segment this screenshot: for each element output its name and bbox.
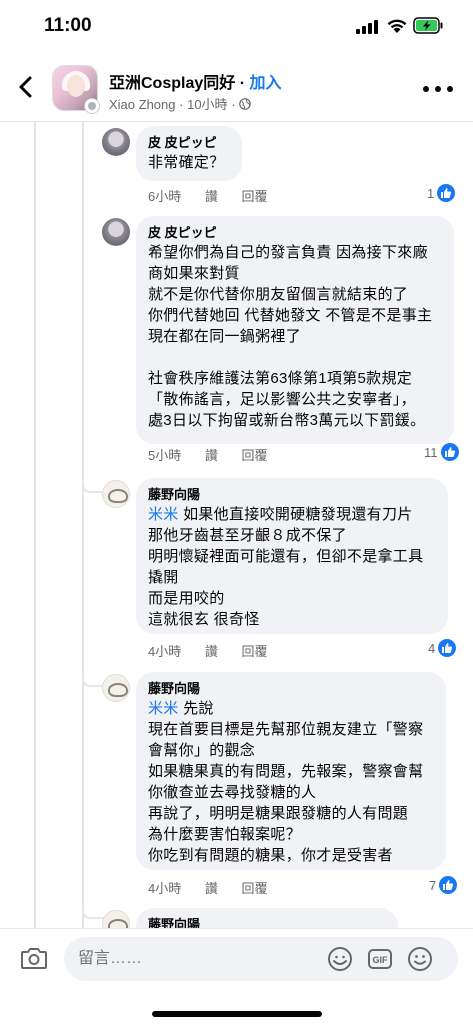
thread-line	[34, 122, 36, 928]
comment-time[interactable]: 4小時	[148, 881, 181, 896]
like-reaction-icon	[439, 876, 458, 894]
comment-actions: 4小時 讚 回覆	[148, 641, 288, 660]
status-bar: 11:00	[0, 0, 473, 56]
comment-line: 這就很玄 很奇怪	[148, 611, 260, 628]
reply-button[interactable]: 回覆	[242, 881, 268, 896]
commenter-avatar[interactable]	[102, 128, 130, 156]
comment-line: 明明懷疑裡面可能還有，但卻不是拿工具	[148, 548, 424, 565]
back-arrow-icon[interactable]	[14, 74, 38, 100]
like-button[interactable]: 讚	[205, 881, 218, 896]
reaction-count[interactable]: 1	[427, 184, 456, 202]
more-icon[interactable]	[420, 84, 456, 94]
comment-text: 非常確定？	[148, 152, 230, 173]
comment-time[interactable]: 4小時	[148, 644, 181, 659]
status-time: 11:00	[44, 15, 92, 36]
separator-dot: ·	[179, 97, 184, 112]
post-time[interactable]: 10小時	[187, 97, 227, 112]
comment-time[interactable]: 5小時	[148, 448, 181, 463]
comment-line: 如果糖果真的有問題，先報案，警察會幫	[148, 763, 424, 780]
comment-bubble[interactable]: 藤野向陽 米米 如果他直接咬開硬糖發現還有刀片 那他牙齒甚至牙齦８成不保了 明明…	[136, 478, 448, 634]
like-button[interactable]: 讚	[205, 448, 218, 463]
comment-line: 現在首要目標是先幫那位親友建立「警察	[148, 721, 424, 738]
comment-line: 米米 如果他直接咬開硬糖發現還有刀片	[148, 506, 413, 523]
comment-line: 會幫你」的觀念	[148, 742, 256, 759]
commenter-avatar[interactable]	[102, 480, 130, 508]
comment-line: 米米 先說	[148, 700, 214, 717]
comment-time[interactable]: 6小時	[148, 189, 181, 204]
group-title[interactable]: 亞洲Cosplay同好 · 加入	[109, 69, 282, 93]
post-header: 亞洲Cosplay同好 · 加入 Xiao Zhong · 10小時 ·	[0, 56, 473, 122]
comment-bubble[interactable]: 皮 皮ピッピ 非常確定？	[136, 126, 242, 181]
comment-line: 非常確定？	[148, 154, 225, 171]
emoji-icon[interactable]	[407, 946, 433, 972]
separator-dot: ·	[239, 75, 246, 92]
comment-line: 你們代替她回 代替她發文 不管是不是事主	[148, 307, 433, 324]
comment-actions: 5小時 讚 回覆	[148, 445, 288, 464]
reaction-number: 1	[427, 185, 435, 201]
post-meta: Xiao Zhong · 10小時 ·	[109, 94, 251, 113]
comment-bubble[interactable]: 皮 皮ピッピ 希望你們為自己的發言負責 因為接下來廠 商如果來對質 就不是你代替…	[136, 216, 454, 444]
comment-author[interactable]: 藤野向陽	[148, 486, 436, 504]
comment-line: 就不是你代替你朋友留個言就結束的了	[148, 286, 409, 303]
join-group-link[interactable]: 加入	[249, 75, 281, 92]
comment-text: 米米 先說 現在首要目標是先幫那位親友建立「警察 會幫你」的觀念 如果糖果真的有…	[148, 698, 434, 866]
comment-line: 再說了，明明是糖果跟發糖的人有問題	[148, 805, 409, 822]
reaction-count[interactable]: 7	[429, 876, 458, 894]
reaction-number: 11	[424, 444, 438, 460]
comment-line: 為什麼要害怕報案呢？	[148, 826, 302, 843]
camera-icon[interactable]	[20, 945, 48, 971]
reply-button[interactable]: 回覆	[242, 448, 268, 463]
like-reaction-icon	[438, 639, 457, 657]
gif-icon[interactable]: GIF	[367, 946, 393, 972]
comment-line: 處3日以下拘留或新台幣3萬元以下罰鍰。	[148, 412, 426, 429]
like-reaction-icon	[437, 184, 456, 202]
comment-line: 你徹查並去尋找發糖的人	[148, 784, 317, 801]
like-button[interactable]: 讚	[205, 189, 218, 204]
comment-bubble[interactable]: 藤野向陽 米米 先說 現在首要目標是先幫那位親友建立「警察 會幫你」的觀念 如果…	[136, 672, 446, 870]
comment-line: 商如果來對質	[148, 265, 240, 282]
thread-line	[82, 122, 84, 928]
reaction-count[interactable]: 11	[424, 443, 459, 461]
comment-composer: GIF	[0, 928, 473, 1024]
battery-charging-icon	[413, 17, 443, 34]
gif-label: GIF	[373, 955, 389, 965]
comment-author[interactable]: 皮 皮ピッピ	[148, 224, 442, 242]
comment-input[interactable]	[64, 937, 458, 981]
reaction-number: 7	[429, 877, 437, 893]
comment-line: 撬開	[148, 569, 179, 586]
like-reaction-icon	[440, 443, 459, 461]
mention-tag[interactable]: 米米	[148, 700, 179, 717]
author-avatar[interactable]	[84, 98, 100, 114]
reaction-number: 4	[428, 640, 436, 656]
globe-icon	[239, 98, 251, 110]
group-name[interactable]: 亞洲Cosplay同好	[109, 75, 235, 92]
comment-line: 現在都在同一鍋粥裡了	[148, 328, 302, 345]
comment-line: 而是用咬的	[148, 590, 225, 607]
comment-text: 希望你們為自己的發言負責 因為接下來廠 商如果來對質 就不是你代替你朋友留個言就…	[148, 242, 442, 431]
commenter-avatar[interactable]	[102, 674, 130, 702]
comment-line: 「散佈謠言，足以影響公共之安寧者」，	[148, 391, 416, 408]
comment-line: 希望你們為自己的發言負責 因為接下來廠	[148, 244, 428, 261]
comment-line: 社會秩序維護法第63條第1項第5款規定	[148, 370, 413, 387]
wifi-icon	[387, 19, 407, 33]
comment-actions: 6小時 讚 回覆	[148, 186, 288, 205]
separator-dot: ·	[231, 97, 236, 112]
commenter-avatar[interactable]	[102, 218, 130, 246]
comment-author[interactable]: 藤野向陽	[148, 680, 434, 698]
home-indicator	[152, 1011, 322, 1017]
comment-line: 那他牙齒甚至牙齦８成不保了	[148, 527, 347, 544]
like-button[interactable]: 讚	[205, 644, 218, 659]
signal-icon	[356, 20, 378, 34]
comment-text: 米米 如果他直接咬開硬糖發現還有刀片 那他牙齒甚至牙齦８成不保了 明明懷疑裡面可…	[148, 504, 436, 630]
comment-line: 你吃到有問題的糖果，你才是受害者	[148, 847, 393, 864]
comment-actions: 4小時 讚 回覆	[148, 878, 288, 897]
reply-button[interactable]: 回覆	[242, 189, 268, 204]
post-author[interactable]: Xiao Zhong	[109, 97, 176, 112]
comment-author[interactable]: 皮 皮ピッピ	[148, 134, 230, 152]
comment-line	[148, 347, 442, 368]
reaction-count[interactable]: 4	[428, 639, 457, 657]
reply-button[interactable]: 回覆	[242, 644, 268, 659]
mention-tag[interactable]: 米米	[148, 506, 179, 523]
sticker-icon[interactable]	[327, 946, 353, 972]
